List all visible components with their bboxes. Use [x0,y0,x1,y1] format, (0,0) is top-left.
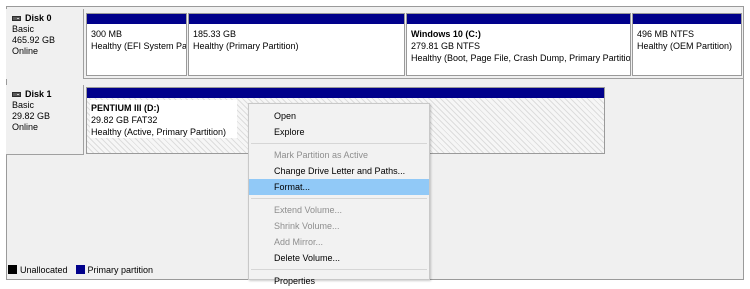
partition-header-bar [87,14,186,24]
partition-efi[interactable]: 300 MB Healthy (EFI System Par [86,13,187,76]
disk-type: Basic [12,24,35,34]
partition-header-bar [189,14,404,24]
partition-size: 185.33 GB [193,29,237,39]
menu-item-shrink-volume[interactable]: Shrink Volume... [249,218,429,234]
menu-item-mark-active[interactable]: Mark Partition as Active [249,147,429,163]
disk-1-info[interactable]: Disk 1 Basic 29.82 GB Online [6,85,84,155]
partition-size: 29.82 GB FAT32 [91,115,158,125]
partition-status: Healthy (Active, Primary Partition) [91,127,227,137]
disk-0-row: Disk 0 Basic 465.92 GB Online 300 MB Hea… [6,9,744,79]
partition-name: Windows 10 (C:) [411,29,481,39]
legend-item-primary: Primary partition [75,265,154,275]
partition-size: 300 MB [91,29,123,39]
legend-label: Unallocated [20,265,68,275]
disk-size: 465.92 GB [12,35,56,45]
menu-item-change-drive-letter[interactable]: Change Drive Letter and Paths... [249,163,429,179]
menu-item-explore[interactable]: Explore [249,124,429,140]
partition-status: Healthy (EFI System Par [91,41,186,51]
partition-header-bar [407,14,630,24]
partition-size: 496 MB NTFS [637,29,695,39]
menu-separator [251,198,427,199]
menu-separator [251,143,427,144]
hard-disk-icon [12,16,21,21]
legend-label: Primary partition [87,265,154,275]
menu-item-properties[interactable]: Properties [249,273,429,289]
menu-item-format[interactable]: Format... [249,179,429,195]
disk-name: Disk 1 [25,89,52,99]
partition-windows-c[interactable]: Windows 10 (C:) 279.81 GB NTFS Healthy (… [406,13,631,76]
partition-status: Healthy (Boot, Page File, Crash Dump, Pr… [411,53,630,63]
disk-status: Online [12,122,39,132]
menu-item-extend-volume[interactable]: Extend Volume... [249,202,429,218]
partition-primary[interactable]: 185.33 GB Healthy (Primary Partition) [188,13,405,76]
menu-item-add-mirror[interactable]: Add Mirror... [249,234,429,250]
partition-header-bar [633,14,741,24]
menu-item-delete-volume[interactable]: Delete Volume... [249,250,429,266]
legend: Unallocated Primary partition [8,265,153,275]
partition-status: Healthy (OEM Partition) [637,41,733,51]
partition-status: Healthy (Primary Partition) [193,41,299,51]
context-menu: Open Explore Mark Partition as Active Ch… [248,103,430,286]
partition-size: 279.81 GB NTFS [411,41,481,51]
partition-header-bar [87,88,604,98]
disk-type: Basic [12,100,35,110]
legend-item-unallocated: Unallocated [8,265,68,275]
disk-status: Online [12,46,39,56]
menu-separator [251,269,427,270]
legend-swatch [8,265,17,274]
menu-item-open[interactable]: Open [249,108,429,124]
disk-name: Disk 0 [25,13,52,23]
partition-name: PENTIUM III (D:) [91,103,160,113]
hard-disk-icon [12,92,21,97]
partition-oem[interactable]: 496 MB NTFS Healthy (OEM Partition) [632,13,742,76]
disk-0-info[interactable]: Disk 0 Basic 465.92 GB Online [6,9,84,79]
disk-size: 29.82 GB [12,111,51,121]
legend-swatch [75,265,85,274]
